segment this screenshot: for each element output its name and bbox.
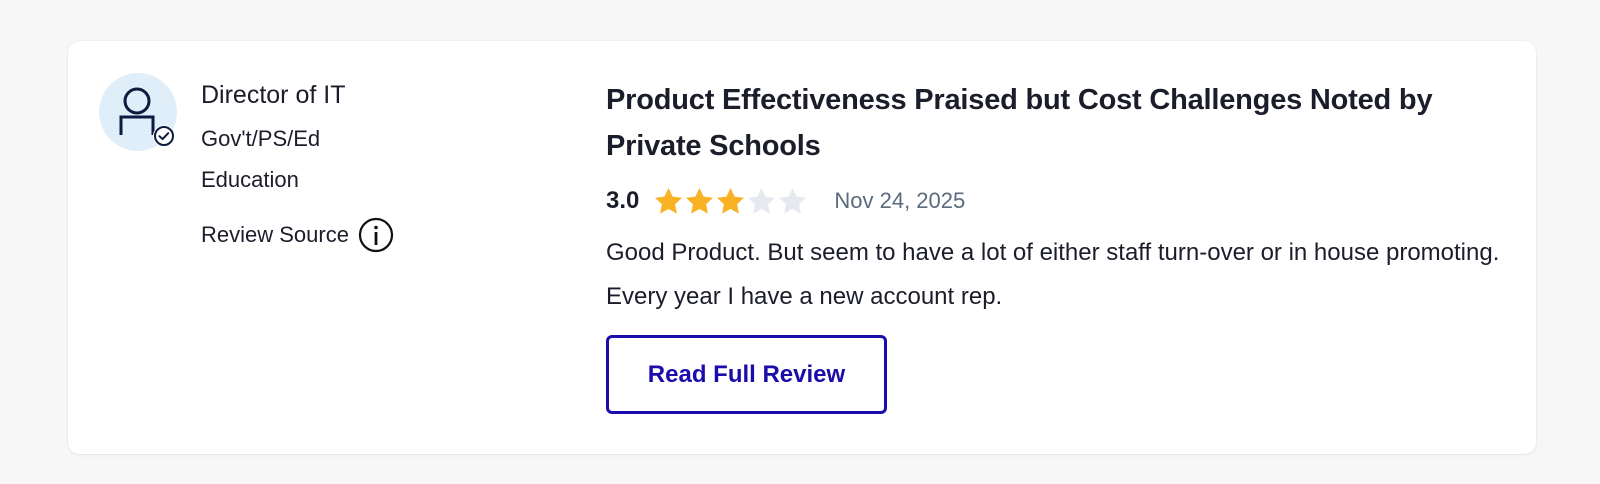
rating-row: 3.0 Nov 24, 2025 (606, 183, 1506, 219)
review-source: Review Source (201, 217, 394, 253)
reviewer-industry: Education (201, 167, 299, 192)
reviewer-info: Director of IT Gov't/PS/Ed Education (201, 78, 345, 200)
star-rating (653, 186, 808, 217)
review-card: Director of IT Gov't/PS/Ed Education Rev… (68, 41, 1536, 454)
reviewer-role: Director of IT (201, 81, 346, 109)
review-source-label: Review Source (201, 222, 349, 247)
star-empty-icon (746, 186, 777, 217)
review-text: Good Product. But seem to have a lot of … (606, 239, 1500, 310)
read-full-review-button[interactable]: Read Full Review (606, 335, 887, 414)
reviewer-segment: Gov't/PS/Ed (201, 126, 321, 151)
star-filled-icon (715, 186, 746, 217)
star-filled-icon (684, 186, 715, 217)
info-icon[interactable] (358, 217, 394, 253)
review-date: Nov 24, 2025 (834, 188, 966, 213)
verified-check-icon (153, 125, 175, 147)
star-empty-icon (777, 186, 808, 217)
review-title: Product Effectiveness Praised but Cost C… (606, 84, 1433, 162)
rating-value: 3.0 (606, 187, 640, 214)
review-content: Product Effectiveness Praised but Cost C… (606, 77, 1506, 414)
star-filled-icon (653, 186, 684, 217)
